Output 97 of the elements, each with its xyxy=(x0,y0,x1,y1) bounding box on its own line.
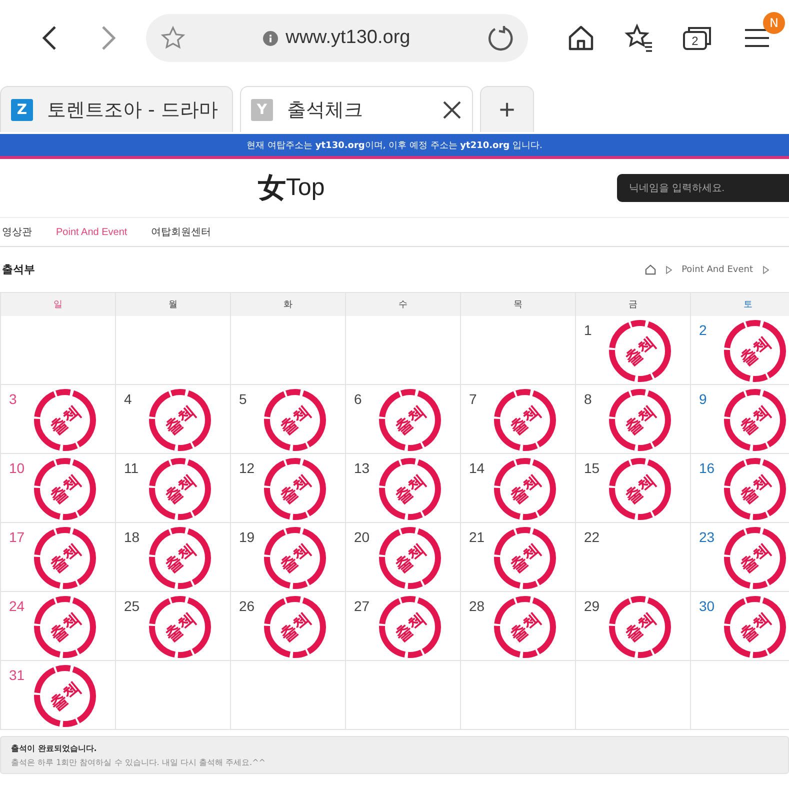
attendance-stamp: 출첵 xyxy=(264,458,326,520)
reload-icon[interactable] xyxy=(486,24,514,52)
attendance-stamp: 출첵 xyxy=(724,527,786,589)
attendance-stamp: 출첵 xyxy=(494,596,556,658)
home-icon[interactable] xyxy=(644,264,656,275)
day-number: 29 xyxy=(584,598,600,614)
nav-link[interactable]: Point And Event xyxy=(56,226,128,238)
day-number: 17 xyxy=(9,529,25,545)
day-number: 30 xyxy=(699,598,715,614)
triangle-icon xyxy=(763,266,769,274)
close-icon[interactable] xyxy=(442,100,462,120)
day-number: 18 xyxy=(124,529,140,545)
attendance-stamp: 출첵 xyxy=(379,458,441,520)
attendance-stamp: 출첵 xyxy=(149,527,211,589)
notice-text: 출석은 하루 1회만 참여하실 수 있습니다. 내일 다시 출석해 주세요.^^ xyxy=(11,756,266,768)
site-logo[interactable]: 女Top xyxy=(258,174,325,202)
attendance-stamp: 출첵 xyxy=(264,527,326,589)
url-text: www.yt130.org xyxy=(194,27,478,49)
day-number: 11 xyxy=(124,460,139,476)
day-number: 26 xyxy=(239,598,255,614)
favicon-icon: Y xyxy=(251,98,273,120)
day-number: 16 xyxy=(699,460,715,476)
day-number: 2 xyxy=(699,322,707,338)
weekday-header: 월 xyxy=(116,293,231,316)
weekday-header: 일 xyxy=(1,293,116,316)
day-number: 8 xyxy=(584,391,592,407)
new-tab-button[interactable]: + xyxy=(480,86,534,132)
day-number: 28 xyxy=(469,598,485,614)
day-number: 31 xyxy=(9,667,25,683)
day-number: 12 xyxy=(239,460,255,476)
attendance-stamp: 출첵 xyxy=(379,389,441,451)
day-number: 9 xyxy=(699,391,707,407)
attendance-stamp: 출첵 xyxy=(609,320,671,382)
day-number: 1 xyxy=(584,322,592,338)
day-number: 25 xyxy=(124,598,140,614)
attendance-stamp: 출첵 xyxy=(494,389,556,451)
attendance-stamp: 출첵 xyxy=(494,458,556,520)
day-number: 15 xyxy=(584,460,600,476)
menu-icon[interactable] xyxy=(744,27,770,49)
address-notice-banner: 현재 여탑주소는 yt130.org이며, 이후 예정 주소는 yt210.org 입니다. xyxy=(0,134,789,159)
page-title: 출석부 xyxy=(2,262,35,277)
day-number: 22 xyxy=(584,529,600,545)
nav-link[interactable]: 영상관 xyxy=(2,225,32,239)
attendance-stamp: 출첵 xyxy=(149,458,211,520)
browser-tab[interactable]: Y 출석체크 xyxy=(240,86,473,132)
day-number: 24 xyxy=(9,598,25,614)
attendance-stamp: 출첵 xyxy=(724,320,786,382)
day-number: 3 xyxy=(9,391,17,407)
weekday-header: 화 xyxy=(231,293,346,316)
weekday-header: 수 xyxy=(346,293,461,316)
day-number: 20 xyxy=(354,529,370,545)
attendance-stamp: 출첵 xyxy=(609,596,671,658)
day-number: 5 xyxy=(239,391,247,407)
day-number: 7 xyxy=(469,391,477,407)
day-number: 14 xyxy=(469,460,485,476)
attendance-stamp: 출첵 xyxy=(379,596,441,658)
nav-link[interactable]: 여탑회원센터 xyxy=(151,225,212,239)
address-bar[interactable]: www.yt130.org xyxy=(146,14,528,62)
browser-tab[interactable]: Z 토렌트조아 - 드라마 xyxy=(0,86,233,132)
tabs-button[interactable]: 2 xyxy=(676,16,718,60)
day-number: 19 xyxy=(239,529,255,545)
attendance-stamp: 출첵 xyxy=(609,389,671,451)
info-icon xyxy=(262,30,278,46)
day-number: 6 xyxy=(354,391,362,407)
attendance-stamp: 출첵 xyxy=(724,596,786,658)
attendance-stamp: 출첵 xyxy=(379,527,441,589)
weekday-header: 토 xyxy=(691,293,789,316)
day-number: 13 xyxy=(354,460,370,476)
attendance-stamp: 출첵 xyxy=(264,389,326,451)
day-number: 21 xyxy=(469,529,485,545)
notice-title: 출석이 완료되었습니다. xyxy=(11,742,98,754)
notification-badge: N xyxy=(763,12,786,34)
star-icon[interactable] xyxy=(160,25,186,51)
breadcrumb-link[interactable]: Point And Event xyxy=(682,264,753,274)
attendance-stamp: 출첵 xyxy=(34,389,96,451)
tab-title: 출석체크 xyxy=(287,98,364,122)
weekday-header: 금 xyxy=(576,293,691,316)
day-number: 27 xyxy=(354,598,370,614)
attendance-stamp: 출첵 xyxy=(34,458,96,520)
attendance-stamp: 출첵 xyxy=(149,389,211,451)
attendance-stamp: 출첵 xyxy=(494,527,556,589)
attendance-stamp: 출첵 xyxy=(34,596,96,658)
attendance-stamp: 출첵 xyxy=(724,458,786,520)
triangle-icon xyxy=(666,266,672,274)
day-number: 23 xyxy=(699,529,715,545)
attendance-stamp: 출첵 xyxy=(149,596,211,658)
day-number: 10 xyxy=(9,460,25,476)
tab-title: 토렌트조아 - 드라마 xyxy=(47,98,219,122)
day-number: 4 xyxy=(124,391,132,407)
attendance-stamp: 출첵 xyxy=(34,527,96,589)
attendance-stamp: 출첵 xyxy=(264,596,326,658)
search-field[interactable]: 닉네임을 입력하세요. xyxy=(617,174,789,202)
weekday-header: 목 xyxy=(461,293,576,316)
favicon-icon: Z xyxy=(11,98,33,120)
attendance-stamp: 출첵 xyxy=(34,665,96,727)
attendance-stamp: 출첵 xyxy=(609,458,671,520)
attendance-stamp: 출첵 xyxy=(724,389,786,451)
